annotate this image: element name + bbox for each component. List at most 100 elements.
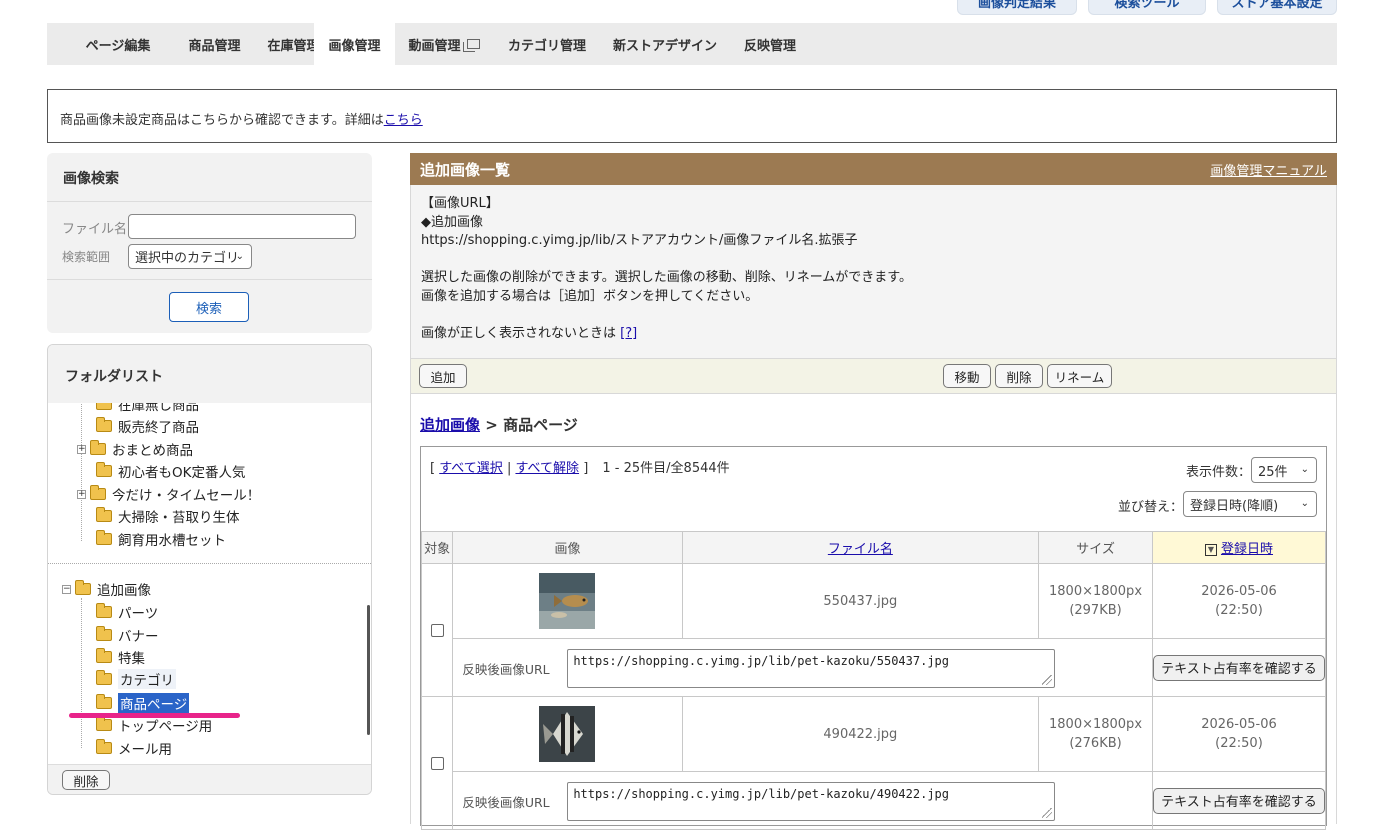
sort-select[interactable]: 登録日時(降順) ⌄ (1183, 491, 1317, 517)
folder-item-label: メール用 (118, 742, 172, 758)
image-search-panel: 画像検索 ファイル名 検索範囲 選択中のカテゴリ ⌄ 検索 (47, 153, 372, 333)
folder-item[interactable]: カテゴリ (96, 669, 176, 689)
tree-scrollbar[interactable] (367, 605, 370, 735)
chevron-down-icon: ⌄ (235, 251, 244, 262)
thumbnail-cell (452, 696, 683, 772)
size-dimensions: 1800×1800px (1049, 717, 1143, 732)
folder-item[interactable]: 在庫無し商品 (96, 403, 199, 414)
search-tool-button[interactable]: 検索ツール (1088, 0, 1206, 15)
folder-icon (96, 739, 112, 754)
tab-categories[interactable]: カテゴリ管理 (502, 23, 592, 65)
folder-item[interactable]: + 今だけ・タイムセール！ (77, 484, 260, 504)
col-filename[interactable]: ファイル名 (681, 531, 1040, 564)
folder-icon (96, 716, 112, 731)
filename-label: ファイル名 (62, 222, 128, 237)
folder-item[interactable]: バナー (96, 625, 159, 645)
search-button[interactable]: 検索 (169, 292, 249, 322)
time-value: (22:50) (1215, 736, 1263, 751)
chevron-down-icon: ⌄ (1300, 464, 1309, 475)
move-button[interactable]: 移動 (943, 364, 991, 388)
col-date[interactable]: ▼ 登録日時 (1151, 531, 1327, 564)
thumbnail-cell (452, 563, 683, 639)
sort-date-link[interactable]: 登録日時 (1221, 542, 1273, 557)
col-target: 対象 (420, 531, 454, 564)
folder-item[interactable]: 販売終了商品 (96, 416, 199, 436)
folder-item[interactable]: メール用 (96, 738, 172, 758)
fish-thumbnail-image[interactable] (539, 573, 596, 629)
resize-handle-icon[interactable] (1042, 675, 1053, 685)
tab-videos-label: 動画管理 (408, 38, 461, 54)
selection-controls: [ すべて選択 | すべて解除 ] 1 - 25件目/全8544件 (430, 457, 730, 476)
breadcrumb-root-link[interactable]: 追加画像 (420, 416, 480, 434)
deselect-all-link[interactable]: すべて解除 (515, 461, 579, 476)
manual-link[interactable]: 画像管理マニュアル (1210, 160, 1327, 179)
folder-icon (96, 603, 112, 618)
folder-item[interactable]: 初心者もOK定番人気 (96, 461, 245, 481)
per-page-value: 25件 (1258, 464, 1288, 480)
folder-item-label: トップページ用 (118, 719, 213, 735)
text-ratio-button[interactable]: テキスト占有率を確認する (1152, 787, 1325, 814)
rename-button[interactable]: リネーム (1047, 364, 1112, 388)
tree-line (81, 598, 82, 748)
expand-icon[interactable]: + (77, 489, 86, 499)
image-judgement-button[interactable]: 画像判定結果 (957, 0, 1077, 15)
tab-publish[interactable]: 反映管理 (735, 23, 805, 65)
scope-select-value: 選択中のカテゴリ (135, 251, 240, 266)
separator-bar: | (506, 461, 512, 476)
fish-thumbnail-image[interactable] (539, 706, 596, 762)
folder-item[interactable]: パーツ (96, 602, 158, 622)
external-window-icon (462, 39, 480, 52)
per-page-select[interactable]: 25件 ⌄ (1251, 457, 1317, 483)
folder-item[interactable]: 特集 (96, 647, 145, 667)
folder-item-label: 大掃除・苔取り生体 (118, 510, 240, 526)
folder-item[interactable]: 大掃除・苔取り生体 (96, 506, 240, 526)
row-checkbox[interactable] (430, 623, 444, 637)
folder-list-title: フォルダリスト (65, 369, 163, 385)
tab-page-edit[interactable]: ページ編集 (63, 23, 173, 65)
collapse-icon[interactable]: − (62, 584, 71, 594)
store-settings-button[interactable]: ストア基本設定 (1217, 0, 1337, 15)
scope-label: 検索範囲 (62, 250, 111, 264)
folder-item-label: 販売終了商品 (118, 420, 199, 436)
row-checkbox[interactable] (430, 756, 444, 770)
add-button[interactable]: 追加 (419, 364, 467, 388)
folder-root[interactable]: − 追加画像 (62, 579, 151, 599)
row-checkbox-cell (420, 563, 454, 697)
size-kb: (276KB) (1069, 736, 1122, 751)
folder-item[interactable]: 飼育用水槽セット (96, 529, 226, 549)
tab-new-store-design[interactable]: 新ストアデザイン (610, 23, 720, 65)
expand-icon[interactable]: + (77, 444, 86, 454)
col-image: 画像 (452, 531, 683, 564)
folder-delete-button[interactable]: 削除 (62, 770, 110, 790)
action-bar: 追加 移動 削除 リネーム (410, 359, 1337, 394)
select-all-link[interactable]: すべて選択 (439, 461, 503, 476)
main-header: 追加画像一覧 画像管理マニュアル (410, 153, 1337, 185)
sort-label: 並び替え： (1118, 500, 1184, 515)
folder-item[interactable]: + おまとめ商品 (77, 439, 193, 459)
image-search-title: 画像検索 (63, 171, 119, 187)
sort-filename-link[interactable]: ファイル名 (828, 542, 893, 557)
tab-videos[interactable]: 動画管理 (402, 23, 486, 65)
filename-cell: 490422.jpg (681, 696, 1040, 772)
tab-images[interactable]: 画像管理 (314, 23, 395, 65)
folder-icon (96, 403, 112, 410)
table-row: 490422.jpg 1800×1800px (276KB) 2026-05-06… (420, 696, 1327, 830)
divider (47, 201, 372, 202)
url-label: 反映後画像URL (462, 795, 550, 810)
url-textarea[interactable]: https://shopping.c.yimg.jp/lib/pet-kazok… (567, 649, 1056, 688)
notice-link[interactable]: こちら (384, 113, 423, 128)
delete-button[interactable]: 削除 (995, 364, 1043, 388)
folder-list-footer: 削除 (48, 764, 371, 794)
url-label: 反映後画像URL (462, 662, 550, 677)
folder-item[interactable]: トップページ用 (96, 715, 212, 735)
scope-select[interactable]: 選択中のカテゴリ ⌄ (128, 244, 252, 269)
help-link[interactable]: [?] (620, 326, 637, 341)
folder-item-label: 特集 (118, 651, 145, 667)
folder-item-selected[interactable]: 商品ページ (96, 693, 190, 713)
filename-input[interactable] (128, 214, 356, 239)
info-line: https://shopping.c.yimg.jp/lib/ストアアカウント/… (421, 233, 858, 248)
url-textarea[interactable]: https://shopping.c.yimg.jp/lib/pet-kazok… (567, 782, 1056, 821)
text-ratio-button[interactable]: テキスト占有率を確認する (1152, 654, 1325, 681)
